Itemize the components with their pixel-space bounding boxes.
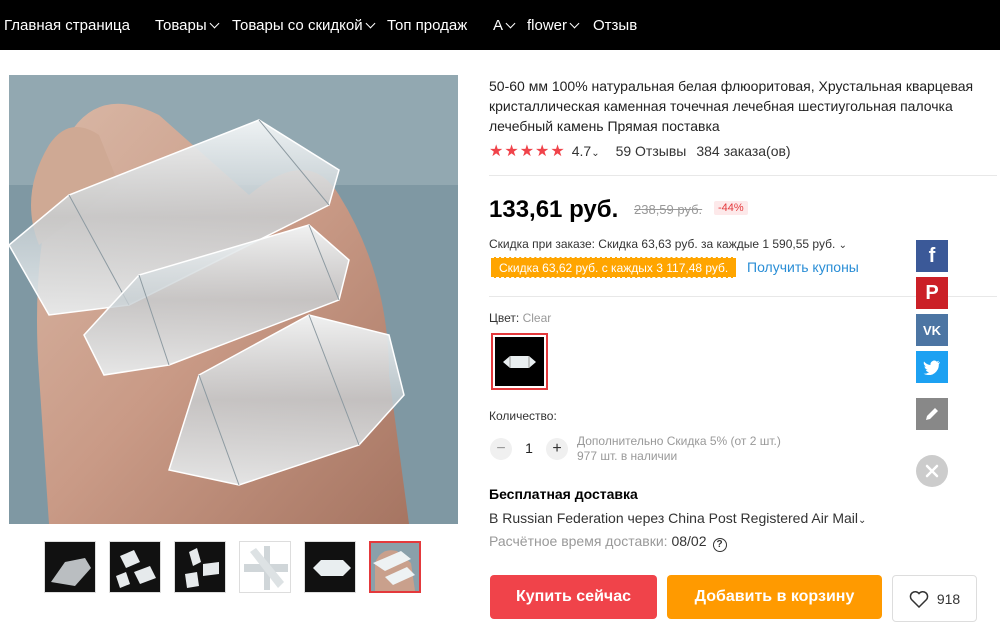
- nav-item-products[interactable]: Товары: [155, 0, 220, 50]
- facebook-icon[interactable]: f: [916, 240, 948, 272]
- thumbnail-5[interactable]: [304, 541, 356, 593]
- stock-count: 977 шт. в наличии: [577, 449, 678, 463]
- thumbnail-6[interactable]: [369, 541, 421, 593]
- chevron-down-icon: [569, 18, 580, 28]
- color-value: Clear: [522, 311, 552, 325]
- nav-item-discounted[interactable]: Товары со скидкой: [232, 0, 376, 50]
- nav-item-home[interactable]: Главная страница: [4, 0, 130, 50]
- divider: [489, 175, 997, 176]
- nav-item-feedback[interactable]: Отзыв: [593, 0, 637, 50]
- nav-item-label: A: [493, 16, 504, 34]
- nav-item-label: Главная страница: [4, 16, 130, 34]
- orders-count: 384 заказа(ов): [696, 143, 791, 159]
- nav-item-flower[interactable]: flower: [527, 0, 580, 50]
- nav-item-label: Товары со скидкой: [232, 16, 363, 34]
- nav-item-top-sales[interactable]: Топ продаж: [387, 0, 467, 50]
- quantity-input[interactable]: 1: [518, 440, 540, 456]
- coupon-tag: Скидка 63,62 руб. с каждых 3 117,48 руб.: [491, 257, 737, 278]
- order-discount-info[interactable]: Скидка при заказе: Скидка 63,63 руб. за …: [489, 237, 847, 251]
- thumbnail-4[interactable]: [239, 541, 291, 593]
- nav-item-label: Топ продаж: [387, 16, 468, 34]
- reviews-link[interactable]: 59 Отзывы: [616, 143, 687, 159]
- quantity-info: Дополнительно Скидка 5% (от 2 шт.) 977 ш…: [577, 434, 781, 464]
- nav-item-label: Отзыв: [593, 16, 638, 34]
- twitter-icon[interactable]: [916, 351, 948, 383]
- pinterest-icon[interactable]: P: [916, 277, 948, 309]
- star-rating-icon: ★★★★★: [489, 143, 566, 160]
- bulk-discount-note: Дополнительно Скидка 5% (от 2 шт.): [577, 434, 781, 448]
- heart-icon: [909, 590, 929, 608]
- nav-item-a[interactable]: A: [493, 0, 516, 50]
- nav-item-label: Товары: [155, 16, 207, 34]
- chevron-down-icon: [505, 18, 516, 28]
- edit-icon[interactable]: [916, 398, 948, 430]
- add-to-cart-button[interactable]: Добавить в корзину: [667, 575, 882, 619]
- product-title: 50-60 мм 100% натуральная белая флюорито…: [489, 78, 974, 134]
- discount-badge: -44%: [714, 201, 748, 215]
- current-price: 133,61 руб.: [489, 196, 619, 223]
- close-icon[interactable]: [916, 455, 948, 487]
- crystal-photo: [9, 75, 458, 524]
- chevron-down-icon: [365, 18, 376, 28]
- color-label: Цвет: Clear: [489, 311, 552, 325]
- thumbnail-strip: [44, 541, 421, 593]
- color-option-image: [495, 337, 544, 386]
- thumbnail-1[interactable]: [44, 541, 96, 593]
- main-product-image[interactable]: [9, 75, 458, 524]
- help-icon[interactable]: ?: [712, 538, 727, 552]
- rating-value[interactable]: 4.7⌄: [572, 143, 600, 159]
- quantity-decrease-button[interactable]: −: [490, 438, 512, 460]
- nav-item-label: flower: [527, 16, 568, 34]
- original-price: 238,59 руб.: [634, 202, 703, 217]
- vk-icon[interactable]: VK: [916, 314, 948, 346]
- shipping-title: Бесплатная доставка: [489, 486, 638, 502]
- color-option-clear[interactable]: [491, 333, 548, 390]
- wishlist-count: 918: [936, 590, 961, 607]
- shipping-method-selector[interactable]: В Russian Federation через China Post Re…: [489, 510, 866, 526]
- get-coupons-link[interactable]: Получить купоны: [747, 259, 859, 275]
- quantity-increase-button[interactable]: +: [546, 438, 568, 460]
- chevron-down-icon: [209, 18, 220, 28]
- delivery-date: 08/02: [671, 533, 707, 549]
- top-navigation: Главная страница Товары Товары со скидко…: [0, 0, 1000, 50]
- thumbnail-3[interactable]: [174, 541, 226, 593]
- thumbnail-2[interactable]: [109, 541, 161, 593]
- delivery-estimate: Расчётное время доставки: 08/02?: [489, 533, 727, 552]
- quantity-label: Количество:: [489, 409, 557, 423]
- wishlist-button[interactable]: 918: [892, 575, 977, 622]
- rating-row: ★★★★★ 4.7⌄ 59 Отзывы 384 заказа(ов): [489, 141, 791, 161]
- buy-now-button[interactable]: Купить сейчас: [490, 575, 657, 619]
